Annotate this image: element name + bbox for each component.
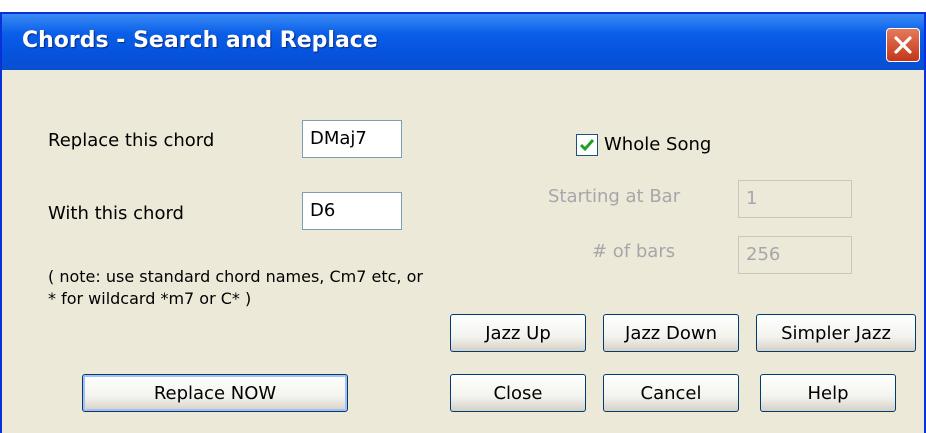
chord-note-line-1: ( note: use standard chord names, Cm7 et… [48,267,423,286]
with-chord-label: With this chord [48,203,184,224]
whole-song-label[interactable]: Whole Song [604,134,711,155]
title-bar[interactable]: Chords - Search and Replace [2,14,924,70]
replace-chord-input[interactable]: DMaj7 [302,120,402,158]
chord-note: ( note: use standard chord names, Cm7 et… [48,266,423,310]
close-button[interactable]: Close [450,374,586,412]
dialog-body: Replace this chord DMaj7 With this chord… [2,70,924,433]
jazz-up-button[interactable]: Jazz Up [450,314,586,352]
replace-chord-label: Replace this chord [48,130,215,151]
search-replace-dialog: Chords - Search and Replace Replace this… [0,12,926,433]
num-bars-input[interactable]: 256 [738,236,852,274]
starting-bar-input[interactable]: 1 [738,180,852,218]
jazz-down-button[interactable]: Jazz Down [603,314,739,352]
close-icon [894,36,912,54]
chord-note-line-2: * for wildcard *m7 or C* ) [48,289,252,308]
whole-song-checkbox[interactable] [576,134,598,156]
num-bars-label: # of bars [592,241,676,262]
starting-bar-label: Starting at Bar [548,186,681,207]
replace-now-button[interactable]: Replace NOW [82,374,348,412]
help-button[interactable]: Help [760,374,896,412]
checkmark-icon [579,139,595,152]
simpler-jazz-button[interactable]: Simpler Jazz [756,314,916,352]
with-chord-input[interactable]: D6 [302,192,402,230]
window-close-button[interactable] [886,28,920,62]
cancel-button[interactable]: Cancel [603,374,739,412]
window-title: Chords - Search and Replace [22,28,378,53]
